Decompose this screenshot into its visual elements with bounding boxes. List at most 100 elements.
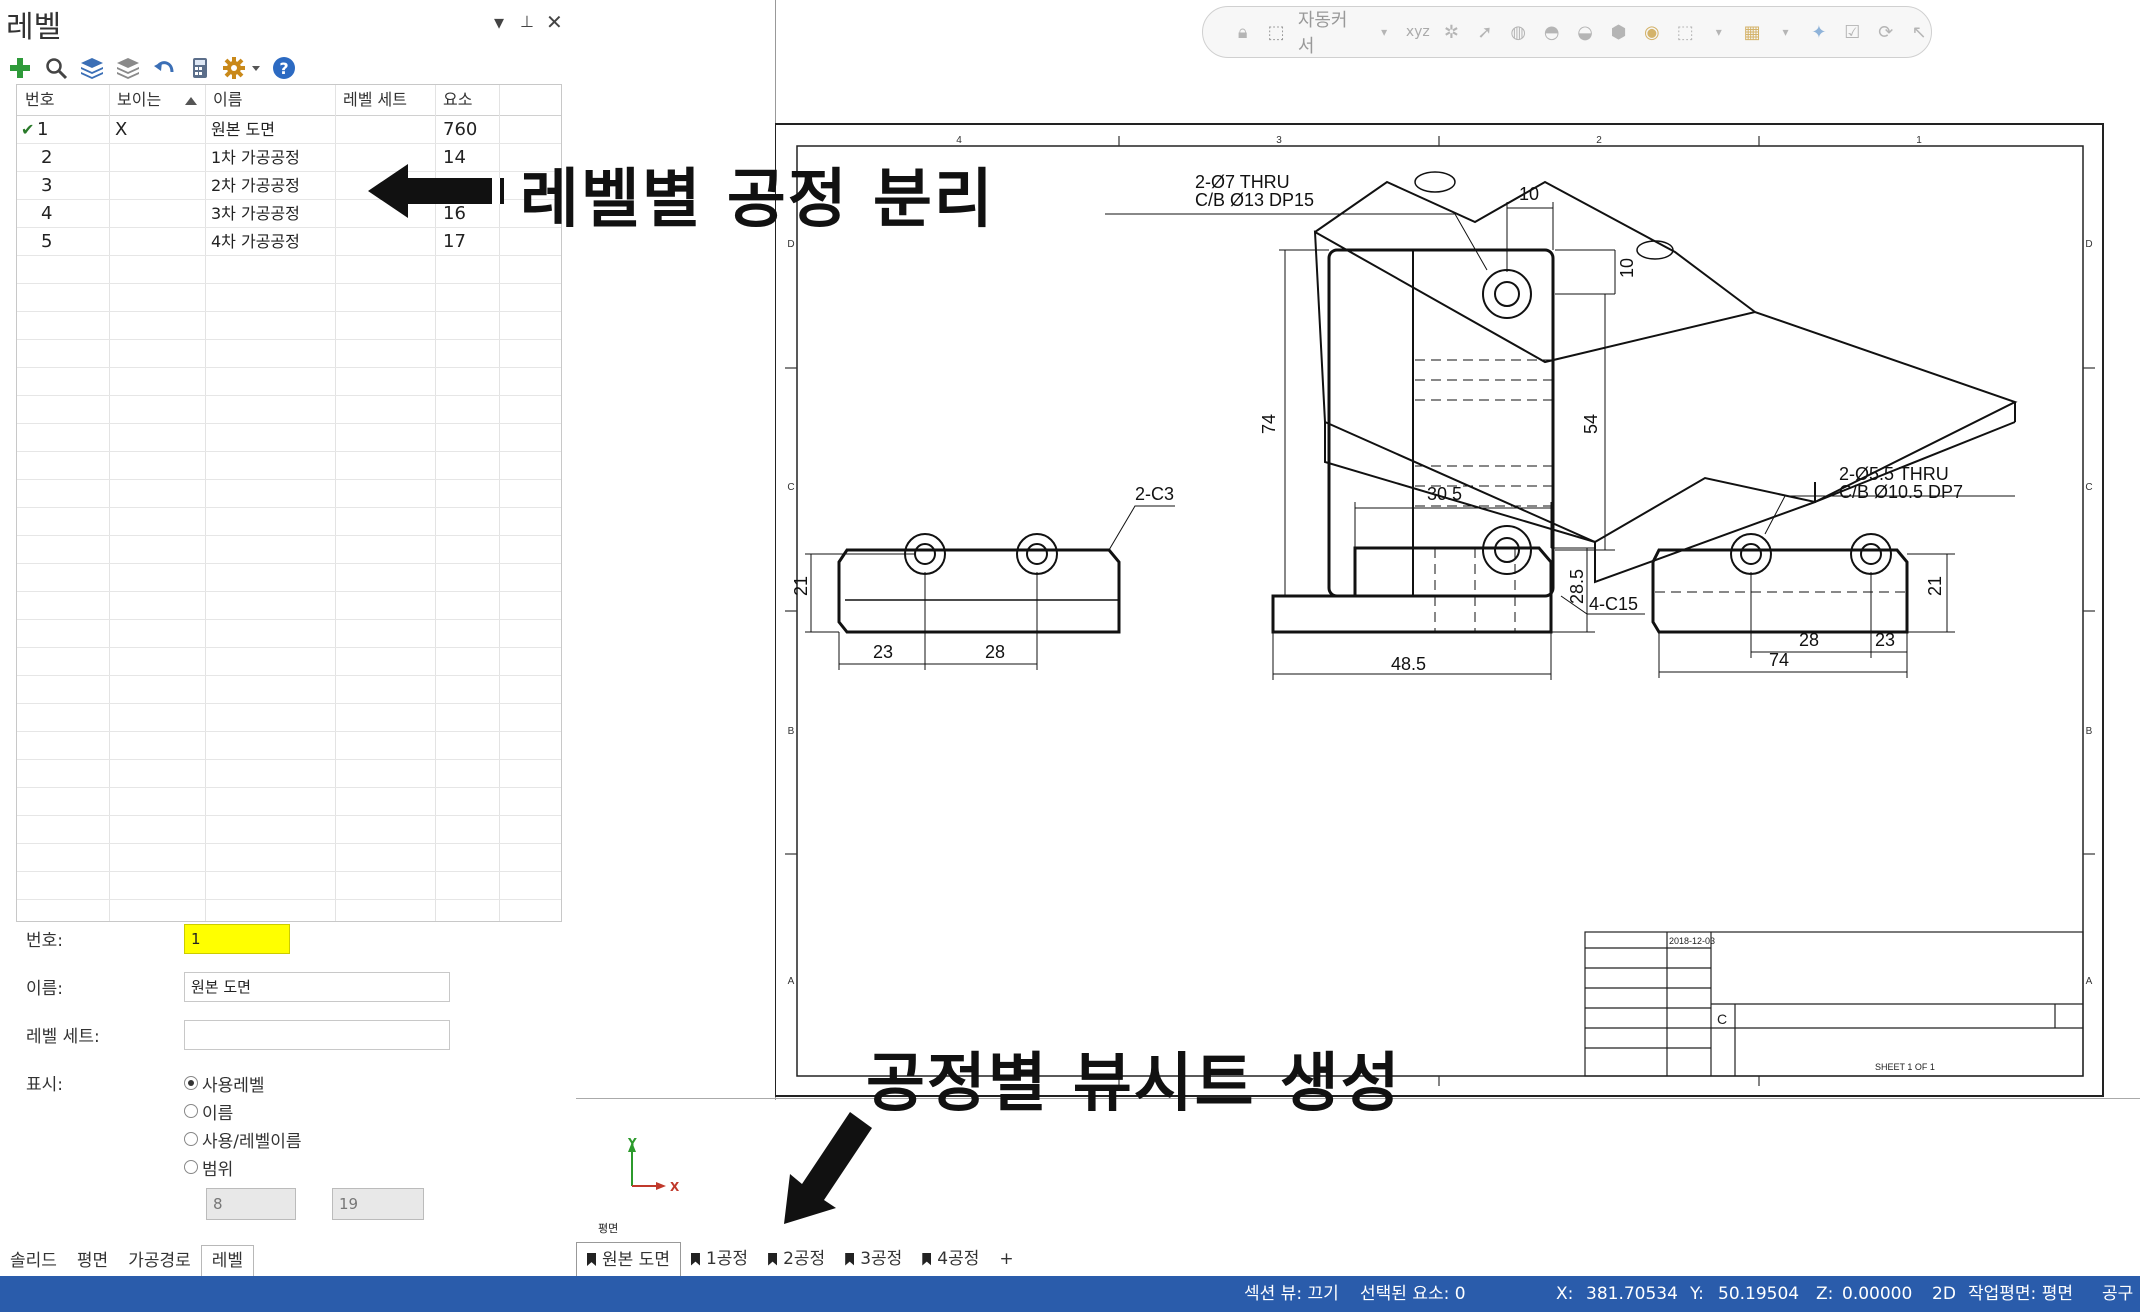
- layers-gray-icon[interactable]: [114, 54, 142, 82]
- add-tab-button[interactable]: +: [989, 1242, 1023, 1276]
- name-input[interactable]: 원본 도면: [184, 972, 450, 1002]
- dim-label: 74: [1769, 650, 1789, 670]
- plane-label: 평면: [598, 1222, 619, 1235]
- dim-label: 23: [873, 642, 893, 662]
- z-coord-value[interactable]: 0.00000: [1842, 1276, 1912, 1312]
- dim-label: 21: [791, 576, 811, 596]
- mode-2d-toggle[interactable]: 2D: [1932, 1276, 1956, 1312]
- tab-planes[interactable]: 평면: [67, 1246, 118, 1276]
- tab-toolpaths[interactable]: 가공경로: [118, 1246, 201, 1276]
- grid-line: [17, 815, 561, 816]
- row-name: 1차 가공공정: [211, 148, 300, 167]
- row-visible[interactable]: X: [115, 116, 127, 144]
- auto-cursor-button[interactable]: 자동커서: [1298, 6, 1363, 58]
- radio-button[interactable]: [184, 1160, 198, 1174]
- select-arrow-icon[interactable]: ➚: [1473, 20, 1496, 44]
- zone-label: 2: [1596, 135, 1602, 146]
- radio-range[interactable]: 범위: [184, 1154, 233, 1180]
- tab-original-drawing[interactable]: 원본 도면: [576, 1242, 681, 1276]
- select-cursor-icon[interactable]: ⬚: [1674, 20, 1697, 44]
- radio-name[interactable]: 이름: [184, 1098, 233, 1124]
- layers-icon[interactable]: [78, 54, 106, 82]
- level-row[interactable]: 5 4차 가공공정 17: [17, 228, 561, 256]
- zone-label: B: [788, 726, 795, 737]
- col-elements-header[interactable]: 요소: [435, 85, 515, 115]
- row-name: 4차 가공공정: [211, 232, 300, 251]
- vector-select-icon[interactable]: ✦: [1807, 20, 1830, 44]
- plus-icon[interactable]: [6, 54, 34, 82]
- pin-icon[interactable]: ⊥: [520, 12, 534, 31]
- search-icon[interactable]: [42, 54, 70, 82]
- range-from-input[interactable]: 8: [206, 1188, 296, 1220]
- down-left-arrow-icon: [784, 1112, 872, 1224]
- settings-cursor-icon[interactable]: ✲: [1440, 20, 1463, 44]
- select-face-icon[interactable]: ◒: [1573, 20, 1596, 44]
- view-sheet-tabs: 원본 도면 1공정 2공정 3공정 4공정 +: [576, 1242, 1024, 1276]
- floating-toolbar: 🔒︎ ⬚ 자동커서 ▾ xyz ✲ ➚ ◍ ◓ ◒ ⬢ ◉ ⬚ ▾ ▦ ▾ ✦ …: [1202, 6, 1932, 58]
- grid-line: [17, 759, 561, 760]
- radio-button[interactable]: [184, 1076, 198, 1090]
- bookmark-icon: [845, 1252, 855, 1266]
- engineering-drawing[interactable]: 4 3 2 1 D C B A D C B A 2-Ø7 THRU C/B Ø1…: [775, 122, 2105, 1100]
- tab-solids[interactable]: 솔리드: [0, 1246, 67, 1276]
- lock-icon[interactable]: 🔒︎: [1231, 20, 1254, 44]
- panel-tabs: 솔리드 평면 가공경로 레벨: [0, 1242, 576, 1276]
- gear-icon[interactable]: [222, 54, 262, 82]
- col-num-header[interactable]: 번호: [17, 85, 109, 115]
- selected-elements-status: 선택된 요소: 0: [1360, 1284, 1466, 1304]
- col-name-header[interactable]: 이름: [205, 85, 335, 115]
- svg-text:?: ?: [279, 59, 288, 78]
- clear-select-icon[interactable]: ↖: [1907, 20, 1930, 44]
- tab-process-2[interactable]: 2공정: [758, 1242, 835, 1276]
- tool-status[interactable]: 공구: [2102, 1276, 2133, 1312]
- row-num: 4: [41, 203, 53, 224]
- select-color-icon[interactable]: ◉: [1640, 20, 1663, 44]
- bookmark-icon: [587, 1253, 596, 1266]
- radio-used-level-name[interactable]: 사용/레벨이름: [184, 1126, 302, 1152]
- work-plane-status[interactable]: 작업평면: 평면: [1968, 1276, 2073, 1312]
- grid-line: [17, 535, 561, 536]
- select-solid-icon[interactable]: ◓: [1540, 20, 1563, 44]
- chevron-down-icon[interactable]: ▾: [1774, 20, 1797, 44]
- note-counterbore-top: C/B Ø13 DP15: [1195, 190, 1314, 210]
- x-coord-value: 381.70534: [1586, 1284, 1678, 1304]
- panel-menu-icon[interactable]: ▾: [494, 10, 504, 34]
- radio-used-levels[interactable]: 사용레벨: [184, 1070, 265, 1096]
- annotation-sheet-generation: 공정별 뷰시트 생성: [866, 1047, 1402, 1121]
- level-set-input[interactable]: [184, 1020, 450, 1050]
- radio-button[interactable]: [184, 1104, 198, 1118]
- grid-line: [17, 787, 561, 788]
- annotation-level-separation: 레벨별 공정 분리: [520, 163, 995, 237]
- tab-levels[interactable]: 레벨: [200, 1245, 255, 1276]
- select-body-icon[interactable]: ⬢: [1607, 20, 1630, 44]
- chamfer-label: 4-C15: [1589, 594, 1638, 614]
- grid-line: [17, 395, 561, 396]
- num-label: 번호:: [26, 931, 64, 951]
- refresh-icon[interactable]: ⟳: [1874, 20, 1897, 44]
- undo-icon[interactable]: [150, 54, 178, 82]
- window-select-icon[interactable]: ▦: [1740, 20, 1763, 44]
- section-view-status[interactable]: 섹션 뷰: 끄기: [1244, 1276, 1339, 1312]
- chevron-down-icon[interactable]: ▾: [1372, 20, 1395, 44]
- calculator-icon[interactable]: [186, 54, 214, 82]
- chevron-down-icon[interactable]: ▾: [1707, 20, 1730, 44]
- range-to-input[interactable]: 19: [332, 1188, 424, 1220]
- col-set-header[interactable]: 레벨 세트: [335, 85, 435, 115]
- close-icon[interactable]: ✕: [546, 10, 563, 34]
- dim-label: 54: [1581, 414, 1601, 434]
- tab-process-1[interactable]: 1공정: [681, 1242, 758, 1276]
- tab-process-3[interactable]: 3공정: [835, 1242, 912, 1276]
- grid-line: [17, 507, 561, 508]
- select-chain-icon[interactable]: ◍: [1507, 20, 1530, 44]
- cursor-icon[interactable]: ⬚: [1264, 20, 1287, 44]
- grid-line: [17, 731, 561, 732]
- level-row[interactable]: ✔ 1 X 원본 도면 760: [17, 116, 561, 144]
- verify-select-icon[interactable]: ☑: [1841, 20, 1864, 44]
- tab-process-4[interactable]: 4공정: [912, 1242, 989, 1276]
- help-icon[interactable]: ?: [270, 54, 298, 82]
- radio-button[interactable]: [184, 1132, 198, 1146]
- num-input[interactable]: 1: [184, 924, 290, 954]
- zone-label: C: [787, 482, 794, 493]
- sort-ascending-icon: [185, 97, 197, 105]
- xyz-button[interactable]: xyz: [1406, 24, 1430, 40]
